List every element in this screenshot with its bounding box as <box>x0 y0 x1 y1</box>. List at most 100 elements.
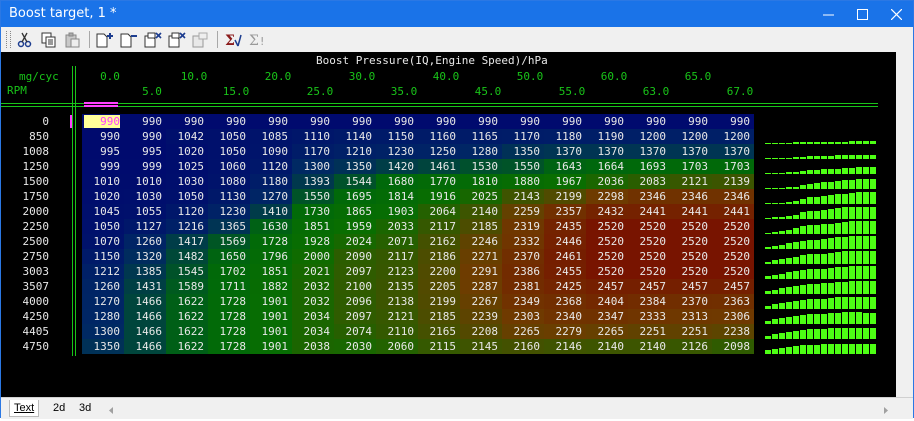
map-cell[interactable]: 2096 <box>336 295 373 308</box>
map-cell[interactable]: 1180 <box>546 130 583 143</box>
map-cell[interactable]: 2117 <box>420 220 457 233</box>
map-cell[interactable]: 1622 <box>168 310 205 323</box>
map-cell[interactable]: 1622 <box>168 295 205 308</box>
close-button[interactable] <box>879 1 913 27</box>
map-cell[interactable]: 2239 <box>462 310 499 323</box>
map-cell[interactable]: 2404 <box>588 295 625 308</box>
map-cell[interactable]: 1270 <box>84 295 121 308</box>
map-cell[interactable]: 2363 <box>714 295 751 308</box>
map-cell[interactable]: 2145 <box>462 340 499 353</box>
map-cell[interactable]: 2251 <box>630 325 667 338</box>
map-cell[interactable]: 2287 <box>462 280 499 293</box>
map-cell[interactable]: 1959 <box>336 220 373 233</box>
map-cell[interactable]: 1030 <box>168 175 205 188</box>
map-cell[interactable]: 2368 <box>546 295 583 308</box>
map-cell[interactable]: 1901 <box>252 340 289 353</box>
map-cell[interactable]: 2246 <box>462 235 499 248</box>
map-cell[interactable]: 2165 <box>420 325 457 338</box>
map-cell[interactable]: 1461 <box>420 160 457 173</box>
map-cell[interactable]: 990 <box>378 115 414 128</box>
tab-2d[interactable]: 2d <box>49 400 69 416</box>
map-cell[interactable]: 1622 <box>168 325 205 338</box>
map-cell[interactable]: 2083 <box>630 175 667 188</box>
map-cell[interactable]: 1350 <box>336 160 373 173</box>
map-cell[interactable]: 2306 <box>714 310 751 323</box>
map-cell[interactable]: 1810 <box>462 175 499 188</box>
map-cell[interactable]: 2265 <box>588 325 625 338</box>
map-cell[interactable]: 2032 <box>294 280 331 293</box>
map-cell[interactable]: 2126 <box>672 340 709 353</box>
map-cell[interactable]: 2520 <box>588 265 625 278</box>
map-cell[interactable]: 1882 <box>252 280 289 293</box>
map-cell[interactable]: 2303 <box>504 310 541 323</box>
map-cell[interactable]: 2349 <box>504 295 541 308</box>
map-cell[interactable]: 2034 <box>294 310 331 323</box>
map-cell[interactable]: 2185 <box>420 310 457 323</box>
map-cell[interactable]: 1010 <box>126 175 163 188</box>
map-cell[interactable]: 1916 <box>420 190 457 203</box>
map-cell[interactable]: 999 <box>84 160 120 173</box>
map-cell[interactable]: 1420 <box>378 160 415 173</box>
map-cell[interactable]: 1085 <box>252 130 289 143</box>
map-cell[interactable]: 2357 <box>546 205 583 218</box>
map-cell[interactable]: 2024 <box>336 235 373 248</box>
map-cell[interactable]: 2110 <box>378 325 415 338</box>
map-cell[interactable]: 1190 <box>588 130 625 143</box>
map-cell[interactable]: 1851 <box>252 265 289 278</box>
map-cell[interactable]: 2121 <box>672 175 709 188</box>
map-cell[interactable]: 2033 <box>378 220 415 233</box>
map-cell[interactable]: 2291 <box>462 265 499 278</box>
map-cell[interactable]: 2146 <box>546 340 583 353</box>
map-cell[interactable]: 1170 <box>504 130 541 143</box>
map-cell[interactable]: 1200 <box>714 130 751 143</box>
map-cell[interactable]: 1650 <box>210 250 247 263</box>
map-cell[interactable]: 1150 <box>378 130 415 143</box>
map-cell[interactable]: 1170 <box>294 145 331 158</box>
map-cell[interactable]: 2090 <box>336 250 373 263</box>
map-cell[interactable]: 2200 <box>420 265 457 278</box>
map-cell[interactable]: 2520 <box>672 220 709 233</box>
map-cell[interactable]: 1050 <box>168 190 205 203</box>
map-cell[interactable]: 1865 <box>336 205 373 218</box>
map-cell[interactable]: 2097 <box>336 310 373 323</box>
map-cell[interactable]: 1055 <box>126 205 163 218</box>
map-cell[interactable]: 1370 <box>714 145 751 158</box>
map-cell[interactable]: 1728 <box>210 325 247 338</box>
map-cell[interactable]: 2032 <box>294 295 331 308</box>
map-cell[interactable]: 2140 <box>588 340 625 353</box>
map-cell[interactable]: 1350 <box>504 145 541 158</box>
map-cell[interactable]: 1431 <box>126 280 163 293</box>
map-cell[interactable]: 2251 <box>672 325 709 338</box>
copy-button[interactable] <box>39 30 59 50</box>
map-cell[interactable]: 2457 <box>672 280 709 293</box>
map-cell[interactable]: 2064 <box>420 205 457 218</box>
map-cell[interactable]: 2520 <box>630 220 667 233</box>
map-cell[interactable]: 999 <box>126 160 162 173</box>
map-cell[interactable]: 2238 <box>714 325 751 338</box>
map-cell[interactable]: 990 <box>504 115 540 128</box>
map-cell[interactable]: 1702 <box>210 265 247 278</box>
map-cell[interactable]: 1796 <box>252 250 289 263</box>
map-cell[interactable]: 1320 <box>126 250 163 263</box>
insert-column-button[interactable] <box>95 30 115 50</box>
maximize-button[interactable] <box>845 1 879 27</box>
selected-map-cell[interactable]: 990 <box>84 115 120 128</box>
map-cell[interactable]: 1230 <box>210 205 247 218</box>
map-cell[interactable]: 2139 <box>714 175 751 188</box>
map-cell[interactable]: 2319 <box>504 220 541 233</box>
map-cell[interactable]: 2138 <box>378 295 415 308</box>
map-cell[interactable]: 1370 <box>546 145 583 158</box>
map-cell[interactable]: 990 <box>420 115 456 128</box>
map-cell[interactable]: 2457 <box>630 280 667 293</box>
map-cell[interactable]: 2186 <box>420 250 457 263</box>
map-cell[interactable]: 1020 <box>84 190 121 203</box>
tab-text[interactable]: Text <box>9 400 40 417</box>
map-cell[interactable]: 1212 <box>84 265 121 278</box>
map-cell[interactable]: 2199 <box>546 190 583 203</box>
map-cell[interactable]: 2347 <box>588 310 625 323</box>
map-cell[interactable]: 1200 <box>630 130 667 143</box>
map-cell[interactable]: 1695 <box>336 190 373 203</box>
map-cell[interactable]: 1070 <box>84 235 121 248</box>
map-cell[interactable]: 2340 <box>546 310 583 323</box>
map-cell[interactable]: 1880 <box>504 175 541 188</box>
